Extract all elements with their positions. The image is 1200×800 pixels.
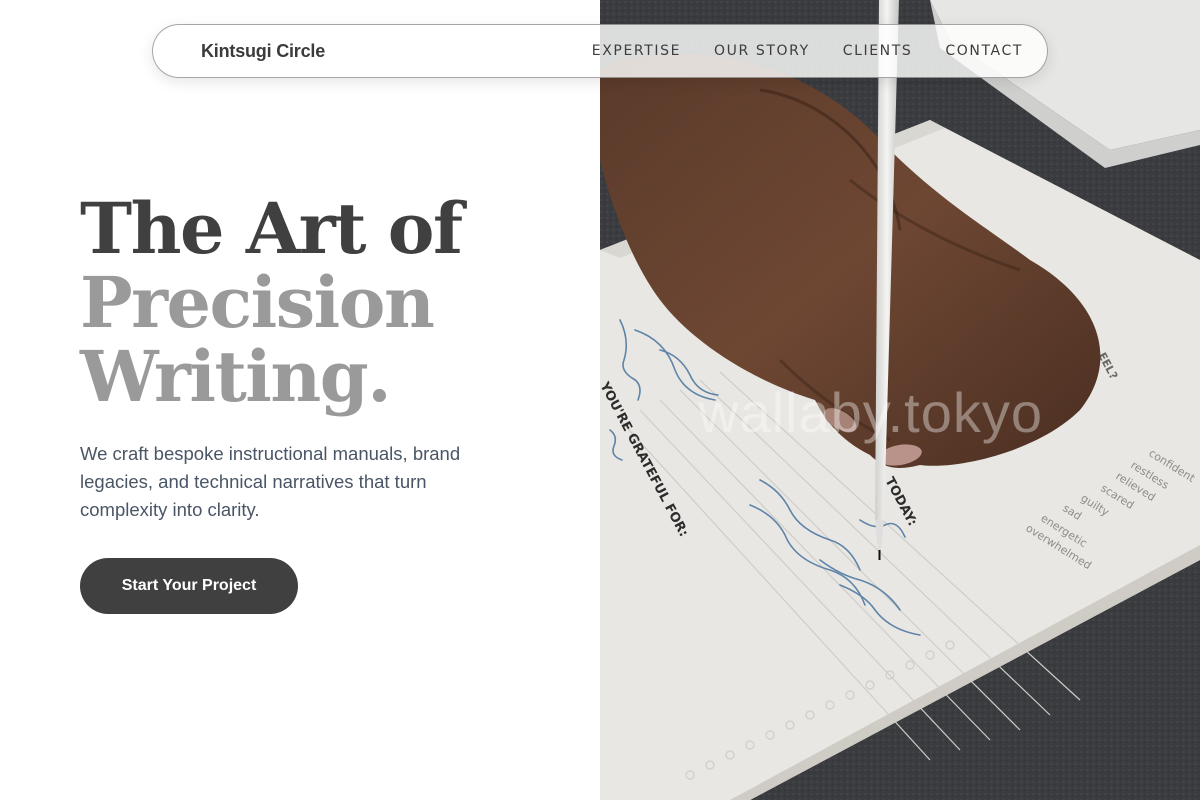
hero-headline: The Art of Precision Writing. <box>80 192 560 414</box>
headline-line-1: The Art of <box>80 187 463 270</box>
start-project-button[interactable]: Start Your Project <box>80 558 298 614</box>
nav-link-clients[interactable]: CLIENTS <box>843 43 913 59</box>
hero-photo: YOU'RE GRATEFUL FOR: TODAY: confident re… <box>600 0 1200 800</box>
hero-section: The Art of Precision Writing. We craft b… <box>80 192 560 614</box>
top-navigation: Kintsugi Circle EXPERTISE OUR STORY CLIE… <box>152 24 1048 78</box>
nav-link-our-story[interactable]: OUR STORY <box>714 43 810 59</box>
nav-link-expertise[interactable]: EXPERTISE <box>592 43 681 59</box>
nav-link-contact[interactable]: CONTACT <box>945 43 1023 59</box>
hand-writing-journal-illustration: YOU'RE GRATEFUL FOR: TODAY: confident re… <box>600 0 1200 800</box>
hero-description: We craft bespoke instructional manuals, … <box>80 443 461 520</box>
brand-logo-text[interactable]: Kintsugi Circle <box>201 41 325 62</box>
headline-line-3: Writing. <box>80 335 392 418</box>
nav-links: EXPERTISE OUR STORY CLIENTS CONTACT <box>592 43 1023 59</box>
headline-line-2: Precision <box>80 261 435 344</box>
